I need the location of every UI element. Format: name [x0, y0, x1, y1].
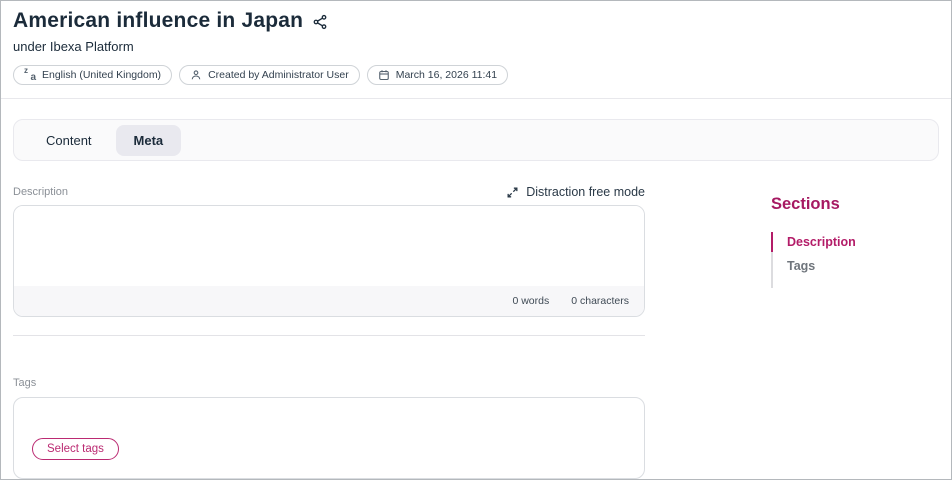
calendar-icon: [378, 69, 390, 81]
translate-icon: za: [24, 69, 36, 81]
page-title: American influence in Japan: [13, 9, 303, 33]
sections-panel: Sections Description Tags: [771, 185, 856, 479]
tags-field-box: Select tags: [13, 397, 645, 479]
description-label: Description: [13, 186, 68, 198]
author-badge-label: Created by Administrator User: [208, 69, 349, 81]
field-divider: [13, 335, 645, 336]
content-area: Description Distraction free mode 0 word…: [1, 185, 951, 479]
tab-content[interactable]: Content: [28, 125, 110, 156]
expand-icon: [506, 186, 519, 199]
tags-field-group: Tags Select tags: [13, 373, 645, 479]
description-editor-input[interactable]: [14, 206, 644, 286]
language-badge: za English (United Kingdom): [13, 65, 172, 85]
character-count: 0 characters: [571, 295, 629, 307]
meta-badges: za English (United Kingdom) Created by A…: [13, 65, 939, 85]
header-divider: [1, 98, 951, 99]
distraction-free-mode-button[interactable]: Distraction free mode: [506, 185, 645, 199]
word-count: 0 words: [512, 295, 549, 307]
tags-label: Tags: [13, 377, 36, 389]
sections-nav-item-description[interactable]: Description: [771, 232, 856, 252]
author-badge: Created by Administrator User: [179, 65, 360, 85]
edit-tab-bar: Content Meta: [13, 119, 939, 161]
description-field-group: Description Distraction free mode 0 word…: [13, 185, 645, 317]
description-editor-footer: 0 words 0 characters: [14, 286, 644, 316]
sections-nav-tail: [771, 276, 856, 288]
date-badge-label: March 16, 2026 11:41: [396, 69, 497, 81]
select-tags-button[interactable]: Select tags: [32, 438, 119, 460]
description-editor-box: 0 words 0 characters: [13, 205, 645, 317]
date-badge: March 16, 2026 11:41: [367, 65, 508, 85]
sections-panel-title: Sections: [771, 195, 856, 214]
language-badge-label: English (United Kingdom): [42, 69, 161, 81]
form-column: Description Distraction free mode 0 word…: [13, 185, 645, 479]
distraction-free-mode-label: Distraction free mode: [526, 185, 645, 199]
tab-meta[interactable]: Meta: [116, 125, 182, 156]
share-icon[interactable]: [312, 14, 328, 30]
sections-nav-item-tags[interactable]: Tags: [771, 252, 856, 276]
sections-nav: Description Tags: [771, 232, 856, 288]
content-header: American influence in Japan under Ibexa …: [1, 1, 951, 98]
user-icon: [190, 69, 202, 81]
breadcrumb: under Ibexa Platform: [13, 39, 939, 54]
